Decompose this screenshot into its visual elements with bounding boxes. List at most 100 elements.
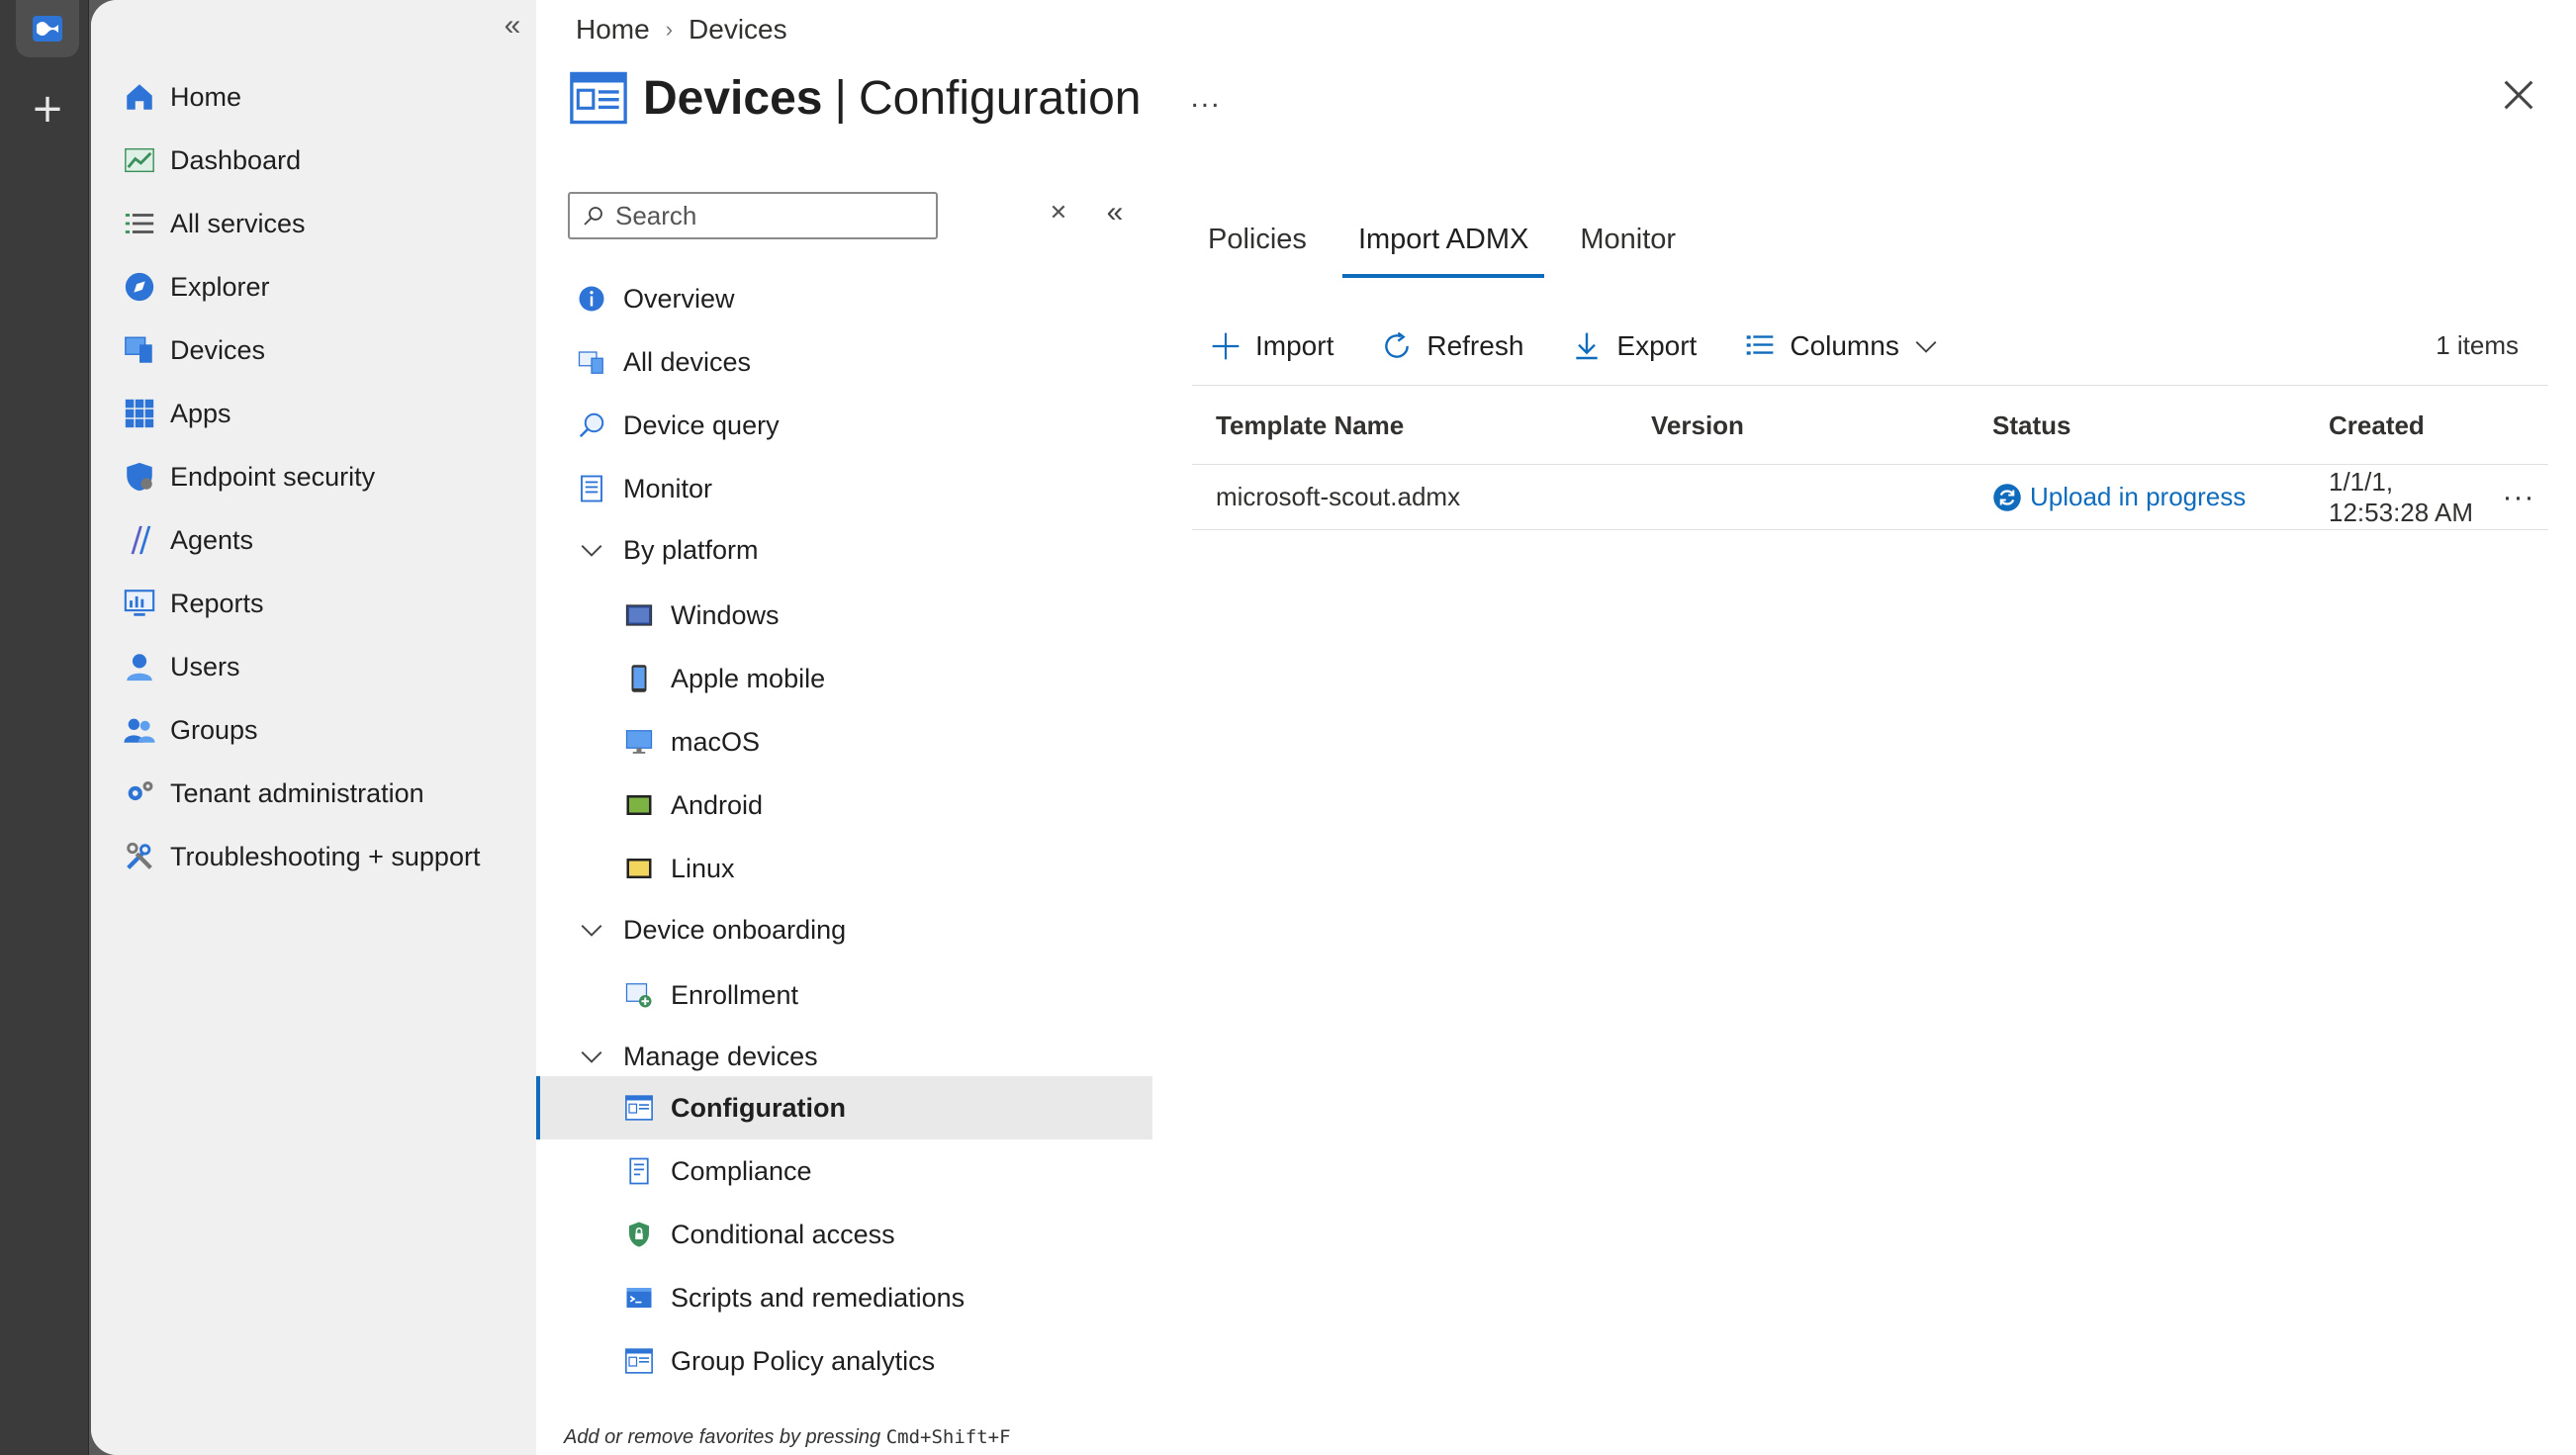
chevron-down-icon [574, 537, 609, 563]
nav-item-agents[interactable]: Agents [121, 508, 480, 572]
column-created[interactable]: Created [2305, 410, 2489, 441]
nav-label: Reports [170, 588, 264, 618]
menu-item-windows[interactable]: Windows [536, 584, 1152, 647]
configuration-icon [621, 1090, 657, 1126]
clear-search-icon[interactable]: ✕ [1045, 200, 1072, 227]
nav-item-explorer[interactable]: Explorer [121, 255, 480, 318]
menu-label: Manage devices [623, 1041, 818, 1071]
menu-label: Android [671, 789, 764, 820]
desktop-icon [621, 724, 657, 760]
column-version[interactable]: Version [1627, 410, 1969, 441]
menu-item-scripts[interactable]: Scripts and remediations [536, 1266, 1152, 1329]
nav-label: Endpoint security [170, 461, 376, 492]
tab-import-admx[interactable]: Import ADMX [1341, 214, 1545, 278]
nav-item-devices[interactable]: Devices [121, 318, 480, 382]
cell-template-name: microsoft-scout.admx [1216, 482, 1461, 511]
menu-label: Linux [671, 853, 735, 883]
nav-item-groups[interactable]: Groups [121, 698, 480, 762]
nav-item-endpoint-security[interactable]: Endpoint security [121, 445, 480, 508]
gear-icon [121, 774, 158, 812]
home-icon [121, 78, 158, 116]
menu-item-conditional-access[interactable]: Conditional access [536, 1203, 1152, 1266]
favorites-shortcut: Cmd+Shift+F [885, 1426, 1011, 1448]
chevron-down-icon [574, 917, 609, 943]
import-label: Import [1255, 329, 1334, 361]
table-header: Template Name Version Status Created [1192, 388, 2548, 465]
export-button[interactable]: Export [1553, 328, 1697, 364]
column-status[interactable]: Status [1969, 410, 2305, 441]
portal-window: « Home Dashboard All services Explorer D… [91, 0, 2576, 1455]
menu-group-by-platform[interactable]: By platform [536, 518, 1152, 582]
column-template-name[interactable]: Template Name [1192, 410, 1627, 441]
chevron-down-icon [574, 1044, 609, 1069]
row-more-button[interactable]: ··· [2489, 481, 2548, 514]
menu-label: Device onboarding [623, 914, 847, 945]
cell-status[interactable]: Upload in progress [1969, 482, 2305, 512]
nav-item-all-services[interactable]: All services [121, 192, 480, 255]
plus-icon [1208, 328, 1243, 364]
menu-item-monitor[interactable]: Monitor [536, 457, 1152, 520]
menu-item-overview[interactable]: Overview [536, 267, 1152, 330]
menu-item-enrollment[interactable]: Enrollment [536, 963, 1152, 1027]
menu-item-macos[interactable]: macOS [536, 710, 1152, 773]
menu-label: Device query [623, 409, 780, 440]
tab-monitor[interactable]: Monitor [1564, 214, 1692, 278]
menu-group-device-onboarding[interactable]: Device onboarding [536, 898, 1152, 961]
nav-item-tenant-administration[interactable]: Tenant administration [121, 762, 480, 825]
menu-item-group-policy-analytics[interactable]: Group Policy analytics [536, 1329, 1152, 1393]
add-icon[interactable]: + [26, 87, 69, 131]
configuration-icon [570, 71, 627, 125]
refresh-label: Refresh [1426, 329, 1524, 361]
apps-grid-icon [121, 395, 158, 432]
app-logo-button[interactable] [16, 0, 79, 57]
nav-item-home[interactable]: Home [121, 65, 480, 129]
nav-item-reports[interactable]: Reports [121, 572, 480, 635]
import-button[interactable]: Import [1192, 328, 1334, 364]
devices-icon [121, 331, 158, 369]
menu-label: Enrollment [671, 979, 799, 1010]
title-separator: | [834, 71, 847, 125]
nav-label: Agents [170, 524, 254, 555]
menu-item-linux[interactable]: Linux [536, 837, 1152, 900]
menu-label: Windows [671, 599, 780, 630]
close-icon[interactable] [2499, 75, 2538, 115]
menu-item-device-query[interactable]: Device query [536, 394, 1152, 457]
menu-item-apple-mobile[interactable]: Apple mobile [536, 647, 1152, 710]
collapse-menu-icon[interactable]: « [1098, 196, 1132, 229]
configuration-icon [621, 1343, 657, 1379]
shield-icon [121, 458, 158, 496]
favorites-hint: Add or remove favorites by pressing Cmd+… [564, 1426, 1011, 1449]
breadcrumb-devices[interactable]: Devices [689, 14, 787, 45]
nav-item-apps[interactable]: Apps [121, 382, 480, 445]
status-link[interactable]: Upload in progress [2030, 482, 2246, 512]
nav-label: Groups [170, 714, 258, 745]
dashboard-icon [121, 141, 158, 179]
menu-item-all-devices[interactable]: All devices [536, 330, 1152, 394]
app-logo-icon [33, 16, 62, 42]
menu-label: Configuration [671, 1092, 846, 1123]
admx-table: Template Name Version Status Created mic… [1192, 388, 2548, 530]
nav-label: All services [170, 208, 306, 238]
search-input[interactable]: Search [568, 192, 938, 239]
phone-icon [621, 661, 657, 696]
columns-button[interactable]: Columns [1726, 328, 1938, 364]
breadcrumb-home[interactable]: Home [576, 14, 650, 45]
tab-policies[interactable]: Policies [1192, 214, 1323, 278]
search-placeholder: Search [615, 200, 697, 230]
menu-item-compliance[interactable]: Compliance [536, 1139, 1152, 1203]
collapse-nav-icon[interactable]: « [495, 8, 530, 44]
nav-item-troubleshooting[interactable]: Troubleshooting + support [121, 825, 480, 888]
menu-item-android[interactable]: Android [536, 773, 1152, 837]
chevron-right-icon: › [665, 17, 674, 42]
more-options-button[interactable]: ... [1190, 81, 1221, 115]
nav-label: Tenant administration [170, 777, 424, 808]
table-row[interactable]: microsoft-scout.admx Upload in progress … [1192, 465, 2548, 530]
script-icon [621, 1280, 657, 1316]
nav-item-users[interactable]: Users [121, 635, 480, 698]
menu-label: Conditional access [671, 1219, 895, 1249]
nav-item-dashboard[interactable]: Dashboard [121, 129, 480, 192]
menu-label: Monitor [623, 473, 713, 503]
refresh-button[interactable]: Refresh [1363, 328, 1523, 364]
menu-label: Compliance [671, 1155, 812, 1186]
menu-item-configuration[interactable]: Configuration [536, 1076, 1152, 1139]
